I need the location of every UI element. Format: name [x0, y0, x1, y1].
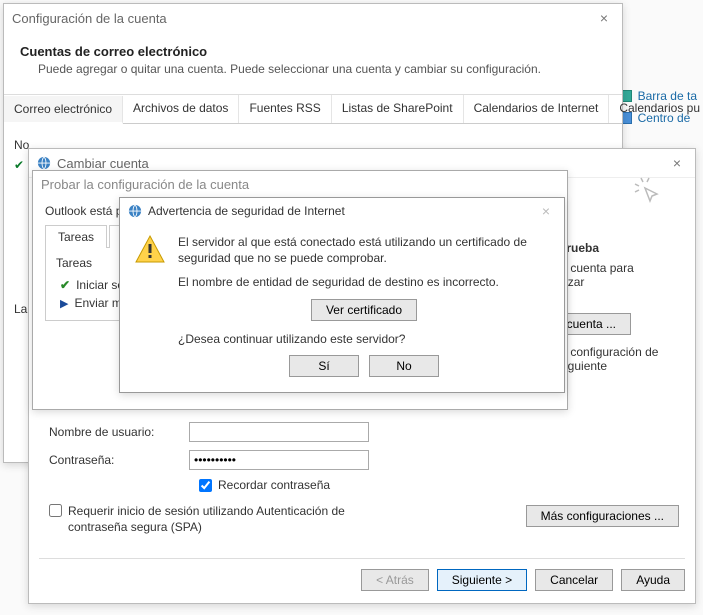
tab-data-files[interactable]: Archivos de datos	[123, 95, 239, 123]
tab-internet-cal[interactable]: Calendarios de Internet	[464, 95, 610, 123]
tab-email[interactable]: Correo electrónico	[4, 96, 123, 124]
warn-text-3: ¿Desea continuar utilizando este servido…	[178, 331, 550, 347]
close-icon[interactable]: ×	[667, 155, 687, 171]
tab-sharepoint[interactable]: Listas de SharePoint	[332, 95, 464, 123]
help-button[interactable]: Ayuda	[621, 569, 685, 591]
tabstrip: Correo electrónico Archivos de datos Fue…	[4, 94, 622, 124]
close-icon[interactable]: ×	[536, 203, 556, 219]
username-field[interactable]	[189, 422, 369, 442]
task-label: Iniciar se	[76, 278, 124, 292]
wizard-footer: < Atrás Siguiente > Cancelar Ayuda	[39, 558, 685, 591]
yes-button[interactable]: Sí	[289, 355, 359, 377]
next-button[interactable]: Siguiente >	[437, 569, 527, 591]
password-label: Contraseña:	[49, 453, 189, 467]
cancel-button[interactable]: Cancelar	[535, 569, 613, 591]
warning-icon	[134, 234, 166, 264]
window-title: Configuración de la cuenta	[12, 11, 167, 26]
header-bold: Cuentas de correo electrónico	[20, 44, 207, 59]
window-title: Probar la configuración de la cuenta	[41, 177, 249, 192]
view-certificate-button[interactable]: Ver certificado	[311, 299, 417, 321]
row-username: Nombre de usuario:	[29, 418, 695, 446]
warn-text-2: El nombre de entidad de seguridad de des…	[178, 274, 550, 290]
header-block: Cuentas de correo electrónico Puede agre…	[4, 32, 622, 86]
password-field[interactable]	[189, 450, 369, 470]
cursor-decor-icon	[631, 174, 665, 215]
more-settings-button[interactable]: Más configuraciones ...	[526, 505, 679, 527]
row-password: Contraseña:	[29, 446, 695, 474]
globe-icon	[128, 204, 142, 218]
titlebar: Advertencia de seguridad de Internet ×	[120, 198, 564, 224]
tab-published-cal[interactable]: Calendarios pu	[609, 95, 703, 123]
no-button[interactable]: No	[369, 355, 439, 377]
remember-label: Recordar contraseña	[218, 478, 330, 492]
warn-text-1: El servidor al que está conectado está u…	[178, 234, 550, 266]
username-label: Nombre de usuario:	[49, 425, 189, 439]
window-title: Advertencia de seguridad de Internet	[148, 204, 345, 218]
body: El servidor al que está conectado está u…	[120, 224, 564, 387]
task-label: Enviar m	[74, 296, 121, 310]
titlebar: Probar la configuración de la cuenta	[33, 171, 567, 198]
play-icon: ▶	[60, 297, 68, 310]
globe-icon	[37, 156, 51, 170]
spa-label: Requerir inicio de sesión utilizando Aut…	[68, 504, 388, 535]
window-security-warning: Advertencia de seguridad de Internet × E…	[119, 197, 565, 393]
close-icon[interactable]: ×	[594, 10, 614, 26]
row-remember: Recordar contraseña	[29, 474, 695, 496]
spa-checkbox[interactable]	[49, 504, 62, 517]
check-icon: ✔	[60, 278, 70, 292]
check-icon: ✔	[14, 158, 24, 172]
window-title: Cambiar cuenta	[57, 156, 149, 171]
remember-checkbox[interactable]	[199, 479, 212, 492]
back-button: < Atrás	[361, 569, 429, 591]
tab-tasks[interactable]: Tareas	[45, 225, 107, 248]
titlebar: Configuración de la cuenta ×	[4, 4, 622, 32]
header-sub: Puede agregar o quitar una cuenta. Puede…	[20, 59, 606, 76]
tab-rss[interactable]: Fuentes RSS	[239, 95, 331, 123]
